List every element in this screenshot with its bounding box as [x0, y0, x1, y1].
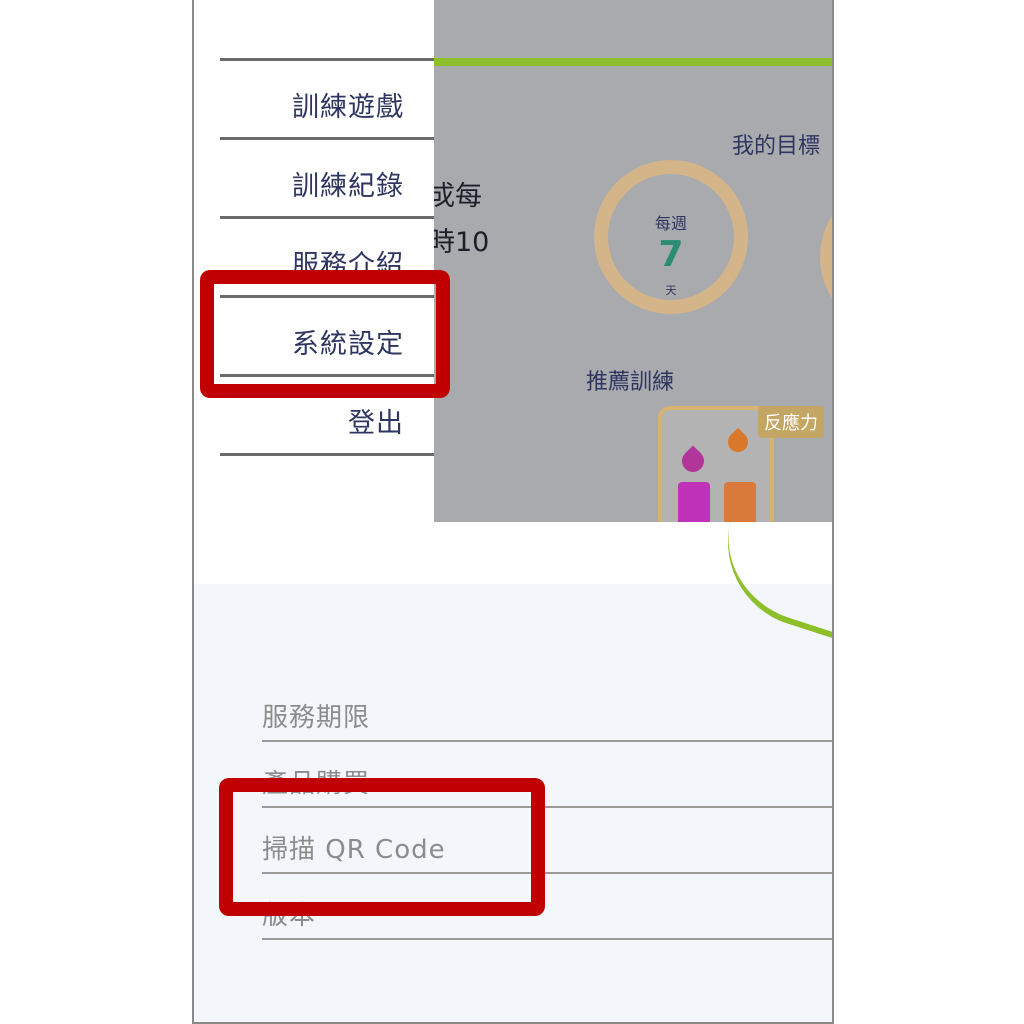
- menu-item-label: 登出: [348, 408, 404, 439]
- recommend-title: 推薦訓練: [586, 370, 675, 395]
- weekly-goal-ring: 每週 7 天: [594, 160, 748, 314]
- menu-item-label: 訓練紀錄: [292, 171, 404, 202]
- settings-item-service-period[interactable]: 服務期限: [262, 674, 832, 742]
- weekly-unit: 天: [665, 284, 677, 297]
- settings-item-label: 服務期限: [262, 703, 371, 733]
- goal-title: 我的目標: [732, 134, 821, 159]
- pink-cup-icon: [678, 482, 710, 522]
- menu-item-label: 訓練遊戲: [292, 92, 404, 123]
- home-overlay[interactable]: 我的目標 戓每 時10 每週 7 天 推薦訓練 反應力: [434, 0, 832, 522]
- menu-item-training-records[interactable]: 訓練紀錄: [220, 137, 434, 216]
- card-badge: 反應力: [758, 406, 824, 438]
- weekly-label: 每週: [654, 214, 687, 233]
- training-card[interactable]: [658, 406, 774, 522]
- weekly-value: 7: [658, 234, 684, 275]
- second-goal-ring: [820, 180, 832, 334]
- highlight-scan-qr-code: [219, 778, 545, 916]
- intro-text-line2: 時10: [434, 227, 490, 258]
- header-accent-bar: [434, 58, 832, 66]
- intro-text-line1: 戓每: [434, 181, 482, 212]
- menu-item-training-games[interactable]: 訓練遊戲: [220, 58, 434, 137]
- orange-cup-icon: [724, 482, 756, 522]
- highlight-system-settings: [200, 270, 450, 398]
